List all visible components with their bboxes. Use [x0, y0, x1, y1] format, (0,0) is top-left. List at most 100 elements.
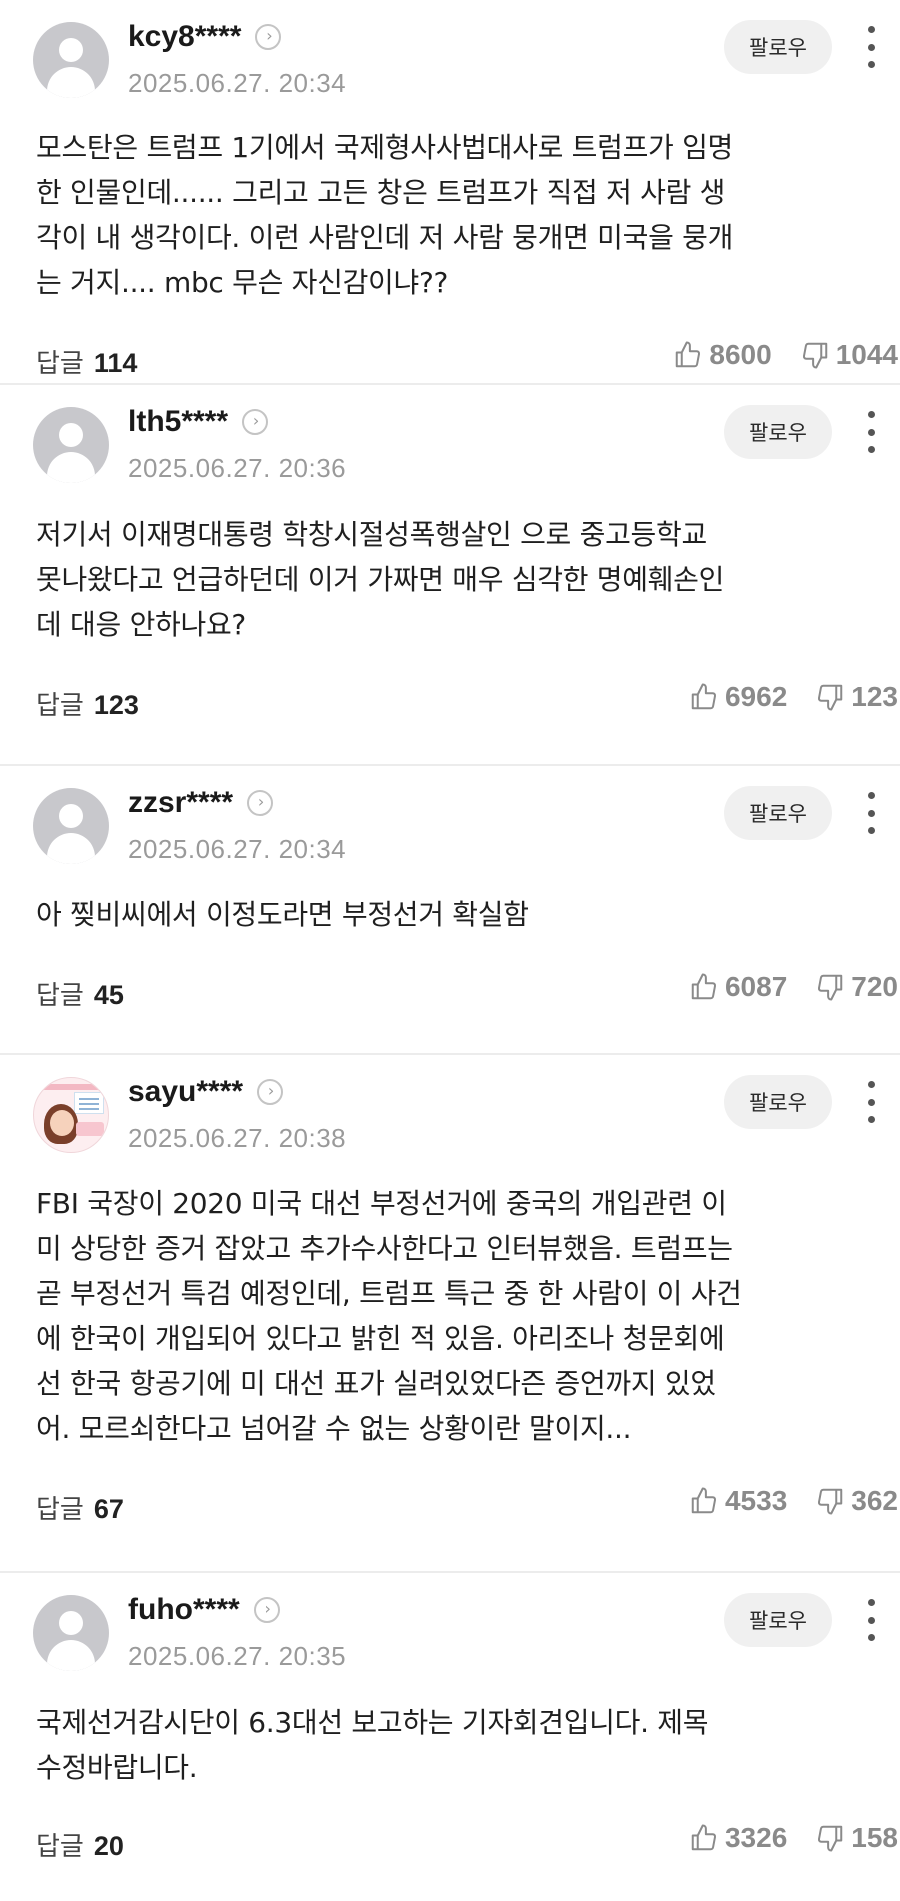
avatar[interactable] [33, 22, 109, 98]
chevron-right-icon[interactable]: › [255, 24, 282, 50]
dislike-button[interactable]: 158 [815, 1822, 898, 1854]
like-button[interactable]: 3326 [689, 1822, 787, 1854]
reply-count: 123 [93, 690, 139, 720]
like-count: 4533 [724, 1485, 788, 1516]
comment-header: fuho**** › 2025.06.27. 20:35 팔로우 [33, 1573, 875, 1671]
follow-button[interactable]: 팔로우 [724, 1593, 832, 1647]
reply-count: 45 [93, 980, 124, 1010]
chevron-right-icon[interactable]: › [253, 1597, 280, 1623]
comment-item: kcy8**** › 2025.06.27. 20:34 팔로우 모스탄은 트럼… [0, 0, 900, 385]
thumbs-up-icon [691, 973, 717, 1000]
reply-count: 114 [93, 348, 138, 378]
like-count: 6087 [724, 971, 788, 1002]
vote-group: 6962 123 [661, 681, 898, 713]
reply-label: 답글 [36, 691, 84, 721]
vote-group: 3326 158 [661, 1822, 898, 1854]
comment-date: 2025.06.27. 20:38 [128, 1123, 347, 1153]
nickname-row[interactable]: kcy8**** › [128, 20, 282, 54]
comment-footer: 답글 67 4533 362 [36, 1465, 898, 1553]
dislike-count: 720 [851, 971, 898, 1002]
nickname[interactable]: kcy8**** [128, 20, 241, 54]
reply-button[interactable]: 답글 45 [36, 975, 124, 1012]
nickname-row[interactable]: fuho**** › [128, 1593, 280, 1627]
nickname-row[interactable]: zzsr**** › [128, 786, 274, 820]
dislike-button[interactable]: 1044 [800, 339, 898, 371]
thumbs-up-icon [691, 683, 717, 710]
comment-date: 2025.06.27. 20:35 [128, 1641, 347, 1671]
like-button[interactable]: 4533 [689, 1485, 787, 1517]
comment-header: zzsr**** › 2025.06.27. 20:34 팔로우 [33, 766, 875, 864]
nickname-row[interactable]: sayu**** › [128, 1075, 284, 1109]
reply-count: 67 [93, 1494, 124, 1524]
dislike-count: 1044 [835, 339, 898, 370]
comment-footer: 답글 20 3326 158 [36, 1802, 898, 1890]
vote-group: 8600 1044 [645, 339, 898, 371]
avatar[interactable] [33, 1595, 109, 1671]
dislike-count: 123 [851, 681, 898, 712]
like-button[interactable]: 6087 [689, 971, 787, 1003]
more-options-icon[interactable] [856, 788, 886, 838]
comment-header: kcy8**** › 2025.06.27. 20:34 팔로우 [33, 0, 875, 98]
comment-item: lth5**** › 2025.06.27. 20:36 팔로우 저기서 이재명… [0, 385, 900, 766]
comment-date: 2025.06.27. 20:34 [128, 68, 347, 98]
thumbs-down-icon [818, 1488, 843, 1515]
follow-button[interactable]: 팔로우 [724, 786, 832, 840]
thumbs-up-icon [691, 1824, 717, 1851]
follow-button[interactable]: 팔로우 [724, 20, 832, 74]
dislike-button[interactable]: 720 [815, 971, 898, 1003]
comment-text: 국제선거감시단이 6.3대선 보고하는 기자회견입니다. 제목 수정바랍니다. [36, 1706, 709, 1784]
follow-button[interactable]: 팔로우 [724, 405, 832, 459]
more-options-icon[interactable] [856, 22, 886, 72]
nickname[interactable]: lth5**** [128, 405, 228, 439]
dislike-count: 362 [851, 1485, 898, 1516]
comment-footer: 답글 45 6087 720 [36, 951, 898, 1039]
dislike-count: 158 [851, 1822, 898, 1853]
thumbs-up-icon [676, 341, 701, 368]
chevron-right-icon[interactable]: › [247, 790, 274, 816]
nickname[interactable]: fuho**** [128, 1593, 240, 1627]
like-count: 8600 [709, 339, 772, 370]
chevron-right-icon[interactable]: › [242, 409, 269, 435]
reply-label: 답글 [36, 1495, 84, 1525]
comment-text: 모스탄은 트럼프 1기에서 국제형사사법대사로 트럼프가 임명 한 인물인데..… [36, 131, 734, 299]
thumbs-up-icon [691, 1487, 717, 1514]
comment-date: 2025.06.27. 20:36 [128, 453, 347, 483]
like-button[interactable]: 8600 [673, 339, 772, 371]
nickname[interactable]: zzsr**** [128, 786, 233, 820]
avatar[interactable] [33, 788, 109, 864]
dislike-button[interactable]: 362 [815, 1485, 898, 1517]
reply-button[interactable]: 답글 20 [36, 1826, 124, 1863]
comment-item: sayu**** › 2025.06.27. 20:38 팔로우 FBI 국장이… [0, 1055, 900, 1573]
comment-item: fuho**** › 2025.06.27. 20:35 팔로우 국제선거감시단… [0, 1573, 900, 1901]
comment-date: 2025.06.27. 20:34 [128, 834, 347, 864]
like-count: 6962 [724, 681, 788, 712]
reply-label: 답글 [36, 1832, 84, 1862]
more-options-icon[interactable] [856, 1595, 886, 1645]
reply-button[interactable]: 답글 67 [36, 1489, 124, 1526]
reply-label: 답글 [36, 349, 84, 379]
comment-header: sayu**** › 2025.06.27. 20:38 팔로우 [33, 1055, 875, 1153]
more-options-icon[interactable] [856, 407, 886, 457]
comment-text: 아 찢비씨에서 이정도라면 부정선거 확실함 [36, 898, 529, 931]
vote-group: 4533 362 [661, 1485, 898, 1517]
comment-list: kcy8**** › 2025.06.27. 20:34 팔로우 모스탄은 트럼… [0, 0, 900, 1901]
reply-button[interactable]: 답글 114 [36, 343, 137, 380]
reply-button[interactable]: 답글 123 [36, 685, 139, 722]
more-options-icon[interactable] [856, 1077, 886, 1127]
vote-group: 6087 720 [661, 971, 898, 1003]
reply-label: 답글 [36, 981, 84, 1011]
dislike-button[interactable]: 123 [815, 681, 898, 713]
comment-header: lth5**** › 2025.06.27. 20:36 팔로우 [33, 385, 875, 483]
nickname[interactable]: sayu**** [128, 1075, 243, 1109]
like-button[interactable]: 6962 [689, 681, 787, 713]
chevron-right-icon[interactable]: › [257, 1079, 284, 1105]
thumbs-down-icon [818, 684, 843, 711]
follow-button[interactable]: 팔로우 [724, 1075, 832, 1129]
thumbs-down-icon [818, 974, 843, 1001]
avatar[interactable] [33, 1077, 109, 1153]
comment-item: zzsr**** › 2025.06.27. 20:34 팔로우 아 찢비씨에서… [0, 766, 900, 1055]
comment-text: FBI 국장이 2020 미국 대선 부정선거에 중국의 개입관련 이 미 상당… [36, 1187, 742, 1445]
comment-text: 저기서 이재명대통령 학창시절성폭행살인 으로 중고등학교 못나왔다고 언급하던… [36, 518, 725, 641]
nickname-row[interactable]: lth5**** › [128, 405, 269, 439]
avatar[interactable] [33, 407, 109, 483]
